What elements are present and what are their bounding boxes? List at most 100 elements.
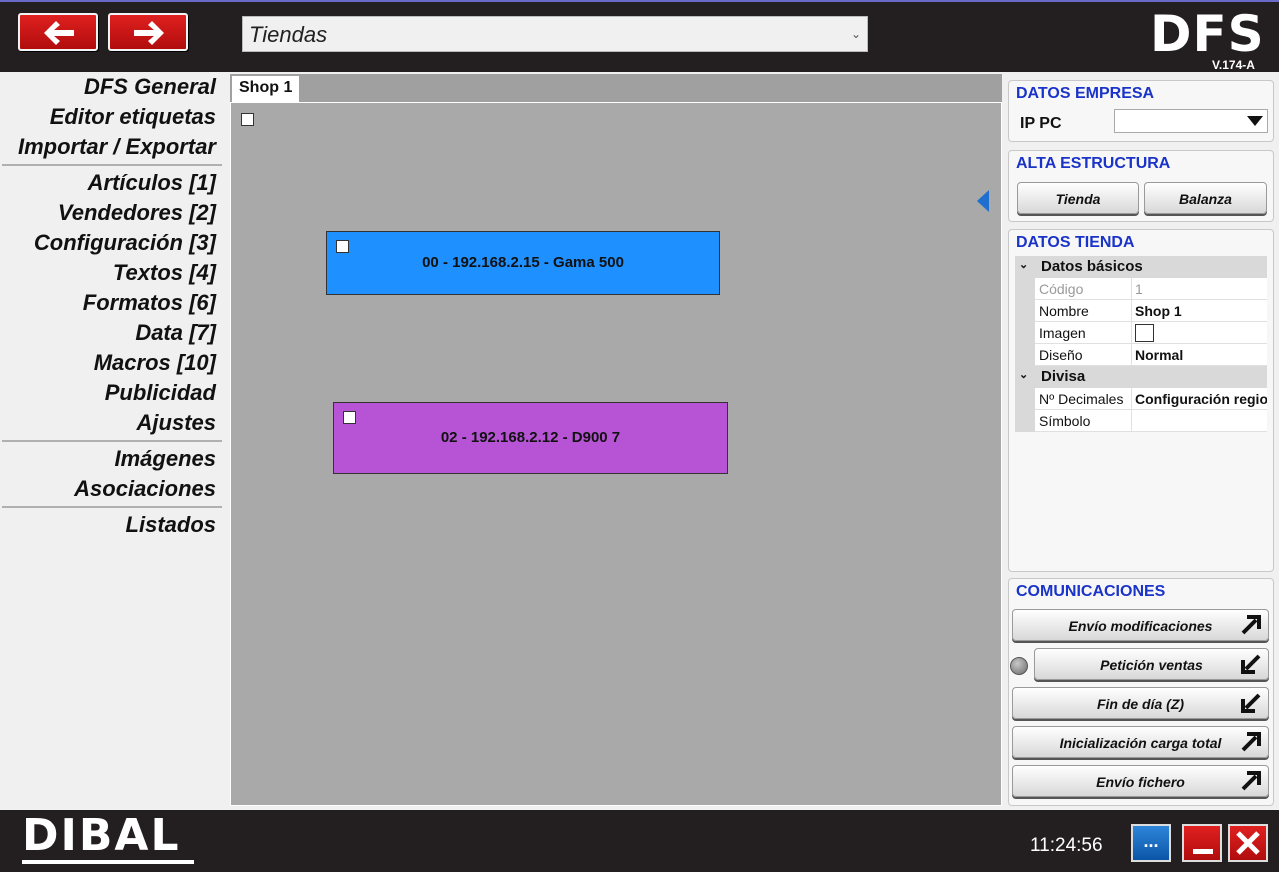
add-balanza-button[interactable]: Balanza bbox=[1144, 182, 1267, 214]
minimize-icon bbox=[1193, 849, 1213, 854]
nav-item-data[interactable]: Data [7] bbox=[135, 320, 216, 346]
close-icon bbox=[1236, 831, 1260, 855]
alta-estructura-title: ALTA ESTRUCTURA bbox=[1016, 155, 1171, 172]
button-label: Inicialización carga total bbox=[1059, 735, 1222, 751]
nav-item-textos[interactable]: Textos [4] bbox=[113, 260, 216, 286]
close-button[interactable] bbox=[1228, 824, 1268, 862]
device-label: 00 - 192.168.2.15 - Gama 500 bbox=[422, 254, 624, 271]
nombre-value[interactable]: Shop 1 bbox=[1135, 303, 1267, 319]
property-row-simbolo: Símbolo bbox=[1015, 410, 1267, 432]
status-led-icon bbox=[1010, 657, 1028, 675]
nav-divider bbox=[2, 164, 222, 166]
nav-item-listados[interactable]: Listados bbox=[126, 512, 216, 538]
dibal-logo: DIBAL bbox=[22, 810, 181, 861]
category-datos-basicos: ⌄ Datos básicos bbox=[1015, 256, 1267, 278]
logo-underline bbox=[22, 860, 194, 864]
collapse-panel-icon[interactable] bbox=[976, 189, 990, 213]
peticion-ventas-button[interactable]: Petición ventas bbox=[1034, 648, 1269, 680]
datos-tienda-title: DATOS TIENDA bbox=[1016, 234, 1135, 251]
arrow-up-right-icon bbox=[1241, 615, 1261, 635]
nav-item-configuracion[interactable]: Configuración [3] bbox=[34, 230, 216, 256]
add-tienda-button[interactable]: Tienda bbox=[1017, 182, 1139, 214]
envio-fichero-button[interactable]: Envío fichero bbox=[1012, 765, 1269, 797]
device-scale-d900[interactable]: 02 - 192.168.2.12 - D900 7 bbox=[333, 402, 728, 474]
ip-pc-dropdown[interactable] bbox=[1114, 109, 1268, 133]
nav-item-editor-etiquetas[interactable]: Editor etiquetas bbox=[50, 104, 216, 130]
arrow-left-icon bbox=[44, 21, 74, 45]
property-key: Imagen bbox=[1039, 325, 1086, 341]
structure-canvas[interactable]: 00 - 192.168.2.15 - Gama 500 02 - 192.16… bbox=[230, 102, 1002, 806]
nav-item-vendedores[interactable]: Vendedores [2] bbox=[58, 200, 216, 226]
column-divider bbox=[1131, 388, 1132, 410]
nav-divider bbox=[2, 440, 222, 442]
row-gutter bbox=[1015, 344, 1035, 366]
nav-item-asociaciones[interactable]: Asociaciones bbox=[74, 476, 216, 502]
dropdown-arrow-icon bbox=[1247, 116, 1263, 126]
collapse-chevron-icon[interactable]: ⌄ bbox=[1019, 258, 1028, 271]
property-row-diseno: Diseño Normal bbox=[1015, 344, 1267, 366]
row-gutter bbox=[1015, 300, 1035, 322]
nav-item-ajustes[interactable]: Ajustes bbox=[137, 410, 216, 436]
ip-pc-label: IP PC bbox=[1020, 115, 1062, 132]
fin-de-dia-button[interactable]: Fin de día (Z) bbox=[1012, 687, 1269, 719]
arrow-up-right-icon bbox=[1241, 771, 1261, 791]
row-gutter bbox=[1015, 278, 1035, 300]
section-select[interactable]: Tiendas ⌄ bbox=[242, 16, 868, 52]
property-key: Código bbox=[1039, 281, 1084, 297]
structure-area: Shop 1 00 - 192.168.2.15 - Gama 500 02 -… bbox=[226, 72, 1004, 810]
nav-item-macros[interactable]: Macros [10] bbox=[94, 350, 216, 376]
category-label: Datos básicos bbox=[1041, 258, 1143, 275]
property-row-codigo: Código 1 bbox=[1015, 278, 1267, 300]
column-divider bbox=[1131, 344, 1132, 366]
back-button[interactable] bbox=[18, 13, 98, 51]
nav-divider bbox=[2, 506, 222, 508]
device-checkbox[interactable] bbox=[343, 411, 356, 424]
collapse-chevron-icon[interactable]: ⌄ bbox=[1019, 368, 1028, 381]
row-gutter bbox=[1015, 388, 1035, 410]
property-key: Nombre bbox=[1039, 303, 1089, 319]
arrow-down-left-icon bbox=[1241, 693, 1261, 713]
column-divider bbox=[1131, 278, 1132, 300]
shop-checkbox[interactable] bbox=[241, 113, 254, 126]
button-label: Envío fichero bbox=[1096, 774, 1185, 790]
tab-strip: Shop 1 bbox=[230, 74, 1002, 102]
row-gutter bbox=[1015, 322, 1035, 344]
device-checkbox[interactable] bbox=[336, 240, 349, 253]
property-grid: ⌄ Datos básicos Código 1 Nombre Shop 1 I… bbox=[1015, 256, 1267, 432]
arrow-down-left-icon bbox=[1241, 654, 1261, 674]
tab-shop[interactable]: Shop 1 bbox=[232, 76, 300, 102]
inicializacion-carga-total-button[interactable]: Inicialización carga total bbox=[1012, 726, 1269, 758]
more-button[interactable]: ... bbox=[1131, 824, 1171, 862]
property-key: Diseño bbox=[1039, 347, 1083, 363]
nav-item-imagenes[interactable]: Imágenes bbox=[115, 446, 217, 472]
nav-item-publicidad[interactable]: Publicidad bbox=[105, 380, 216, 406]
datos-empresa-title: DATOS EMPRESA bbox=[1016, 85, 1155, 102]
category-divisa: ⌄ Divisa bbox=[1015, 366, 1267, 388]
column-divider bbox=[1131, 322, 1132, 344]
property-row-decimales: Nº Decimales Configuración regional bbox=[1015, 388, 1267, 410]
comunicaciones-group: COMUNICACIONES Envío modificaciones Peti… bbox=[1008, 578, 1274, 806]
nav-item-formatos[interactable]: Formatos [6] bbox=[83, 290, 216, 316]
row-gutter bbox=[1015, 410, 1035, 432]
button-label: Fin de día (Z) bbox=[1096, 696, 1185, 712]
button-label: Envío modificaciones bbox=[1068, 618, 1213, 634]
diseno-value[interactable]: Normal bbox=[1135, 347, 1267, 363]
nav-item-importar-exportar[interactable]: Importar / Exportar bbox=[18, 134, 216, 160]
decimales-value[interactable]: Configuración regional bbox=[1135, 391, 1267, 407]
forward-button[interactable] bbox=[108, 13, 188, 51]
imagen-picker[interactable] bbox=[1135, 324, 1154, 342]
envio-modificaciones-button[interactable]: Envío modificaciones bbox=[1012, 609, 1269, 641]
version-label: V.174-A bbox=[1212, 58, 1255, 72]
add-balanza-label: Balanza bbox=[1179, 191, 1232, 207]
nav-item-dfs-general[interactable]: DFS General bbox=[84, 74, 216, 100]
more-label: ... bbox=[1143, 831, 1159, 851]
device-scale-gama-500[interactable]: 00 - 192.168.2.15 - Gama 500 bbox=[326, 231, 720, 295]
property-row-nombre: Nombre Shop 1 bbox=[1015, 300, 1267, 322]
datos-tienda-group: DATOS TIENDA ⌄ Datos básicos Código 1 No… bbox=[1008, 229, 1274, 572]
alta-estructura-group: ALTA ESTRUCTURA Tienda Balanza bbox=[1008, 150, 1274, 222]
left-nav: DFS General Editor etiquetas Importar / … bbox=[0, 72, 226, 810]
nav-item-articulos[interactable]: Artículos [1] bbox=[88, 170, 216, 196]
codigo-value: 1 bbox=[1135, 281, 1143, 297]
minimize-button[interactable] bbox=[1182, 824, 1222, 862]
property-key: Nº Decimales bbox=[1039, 391, 1124, 407]
